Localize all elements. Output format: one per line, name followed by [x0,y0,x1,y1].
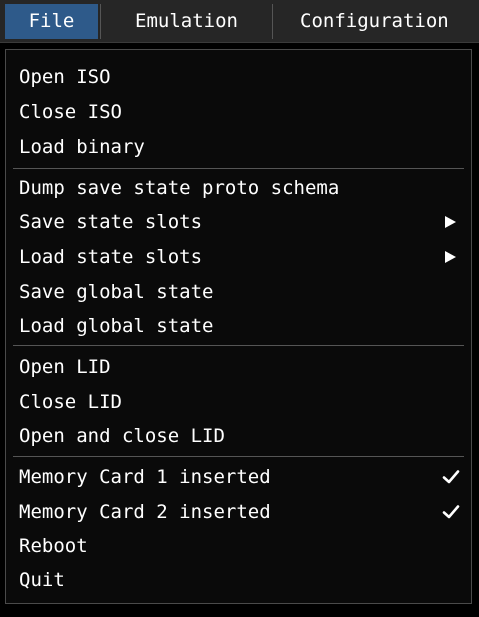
menu-item-label: Reboot [19,535,88,557]
chevron-right-icon [445,216,456,228]
menu-item-label: Close LID [19,391,122,413]
chevron-right-icon [445,251,456,263]
menu-item-open-and-close-lid[interactable]: Open and close LID [7,419,470,453]
menubar-divider [272,4,273,39]
menubar-divider [100,4,101,39]
menu-item-load-binary[interactable]: Load binary [7,130,470,164]
menu-item-label: Dump save state proto schema [19,177,340,199]
menu-item-close-iso[interactable]: Close ISO [7,95,470,129]
menu-item-label: Memory Card 2 inserted [19,501,271,523]
menu-item-reboot[interactable]: Reboot [7,529,470,563]
menu-item-label: Load binary [19,136,145,158]
checkmark-icon [442,505,460,519]
menu-item-save-state-slots[interactable]: Save state slots [7,205,470,239]
menu-item-save-global-state[interactable]: Save global state [7,275,470,309]
menu-item-label: Memory Card 1 inserted [19,466,271,488]
menu-emulation[interactable]: Emulation [103,4,270,39]
menu-item-label: Open ISO [19,66,111,88]
menu-item-dump-schema[interactable]: Dump save state proto schema [7,171,470,205]
menu-configuration[interactable]: Configuration [300,4,479,39]
menu-item-label: Open and close LID [19,425,225,447]
menu-item-label: Open LID [19,356,111,378]
file-menu-dropdown: Open ISO Close ISO Load binary Dump save… [5,49,472,604]
menu-item-label: Load state slots [19,246,203,268]
menu-item-load-global-state[interactable]: Load global state [7,309,470,343]
menu-item-load-state-slots[interactable]: Load state slots [7,240,470,274]
menu-item-label: Save global state [19,281,214,303]
menu-item-label: Save state slots [19,211,203,233]
menu-item-memory-card-2[interactable]: Memory Card 2 inserted [7,495,470,529]
menu-item-close-lid[interactable]: Close LID [7,385,470,419]
menu-item-label: Quit [19,569,65,591]
menu-item-open-lid[interactable]: Open LID [7,350,470,384]
menu-file[interactable]: File [5,4,98,39]
menu-item-open-iso[interactable]: Open ISO [7,60,470,94]
menu-item-memory-card-1[interactable]: Memory Card 1 inserted [7,460,470,494]
checkmark-icon [442,470,460,484]
menu-item-label: Close ISO [19,101,122,123]
menu-separator [13,168,464,169]
menu-bar: File Emulation Configuration [0,0,479,43]
menu-separator [13,345,464,346]
menu-item-quit[interactable]: Quit [7,563,470,597]
menu-separator [13,456,464,457]
menu-item-label: Load global state [19,315,214,337]
